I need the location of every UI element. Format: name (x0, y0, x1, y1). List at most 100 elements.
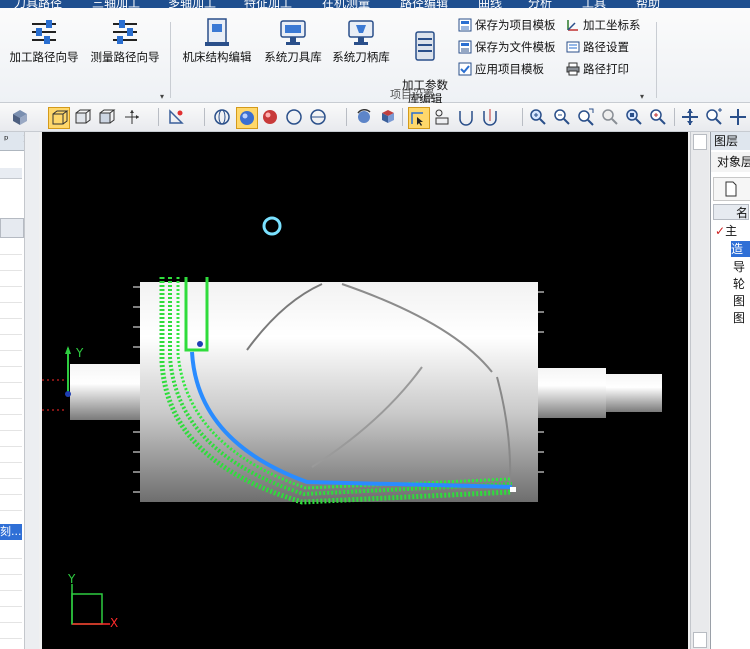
list-item[interactable] (0, 574, 22, 591)
menu-item-tools[interactable]: 工具 (582, 0, 606, 8)
path-select-icon[interactable] (408, 107, 430, 129)
scroll-up-button[interactable] (693, 134, 707, 150)
list-item[interactable] (0, 366, 22, 383)
axis-view-icon[interactable] (122, 107, 142, 127)
list-item[interactable] (0, 318, 22, 335)
zoom-previous-icon[interactable] (600, 107, 620, 127)
menu-item-3axis[interactable]: 三轴加工 (92, 0, 140, 8)
measure-path-wizard-button[interactable]: 测量路径向导 (86, 16, 164, 64)
list-item[interactable] (0, 494, 22, 511)
toolbar-separator (204, 108, 205, 126)
pick-direction-icon[interactable] (166, 107, 186, 127)
left-panel: ᵖ × 刻... (0, 131, 39, 649)
shaded-sphere-icon[interactable] (236, 107, 258, 129)
shaded-box-icon[interactable] (72, 107, 92, 127)
hidden-line-box-icon[interactable] (96, 107, 116, 127)
gizmo-x-label: X (110, 616, 119, 630)
list-item[interactable] (0, 398, 22, 415)
list-item[interactable] (0, 302, 22, 319)
layer-row[interactable]: 图 (715, 310, 750, 326)
zoom-out-icon[interactable] (552, 107, 572, 127)
cursor-ring (262, 216, 282, 236)
pin-icon[interactable]: ᵖ (4, 133, 9, 146)
selected-list-item[interactable]: 刻... (0, 524, 22, 540)
menu-item-help[interactable]: 帮助 (636, 0, 660, 8)
path-settings-button[interactable]: 路径设置 (566, 38, 629, 56)
cube-view-icon[interactable] (10, 107, 30, 127)
wireframe-box-icon[interactable] (48, 107, 70, 129)
list-item[interactable] (0, 478, 22, 495)
machine-structure-edit-button[interactable]: 机床结构编辑 (178, 16, 256, 64)
list-item[interactable] (0, 558, 22, 575)
tool-shape-icon[interactable] (456, 107, 476, 127)
zoom-dynamic-icon[interactable] (704, 107, 724, 127)
zoom-window-icon[interactable] (576, 107, 596, 127)
list-item[interactable] (0, 462, 22, 479)
list-item[interactable] (0, 622, 22, 639)
list-item[interactable] (0, 238, 22, 255)
tool-shape-2-icon[interactable] (480, 107, 500, 127)
list-item[interactable] (0, 270, 22, 287)
ribbon: 加工路径向导 测量路径向导 机床结构编辑 系统刀具库 系统刀柄库 加工参数 库编… (0, 8, 750, 106)
path-print-button[interactable]: 路径打印 (566, 60, 629, 78)
model-canvas[interactable] (42, 132, 688, 649)
list-item[interactable] (0, 254, 22, 271)
list-item[interactable] (0, 590, 22, 607)
layer-row-selected[interactable]: 造 (731, 241, 750, 257)
left-panel-subheader (0, 168, 22, 179)
layer-row[interactable]: 图 (715, 293, 750, 309)
rotate-model-icon[interactable] (354, 107, 374, 127)
model-cube-icon[interactable] (378, 107, 398, 127)
menu-item-path-edit[interactable]: 路径编辑 (400, 0, 448, 8)
measure-path-wizard-label: 测量路径向导 (90, 50, 160, 64)
menu-item-measure[interactable]: 在机测量 (322, 0, 370, 8)
menu-item-multiaxis[interactable]: 多轴加工 (168, 0, 216, 8)
viewport-scrollbar[interactable] (690, 132, 709, 649)
list-item[interactable] (0, 446, 22, 463)
save-file-template-icon (458, 40, 472, 54)
list-item[interactable] (0, 430, 22, 447)
pan-icon[interactable] (680, 107, 700, 127)
toolpath-wizard-button[interactable]: 加工路径向导 (6, 16, 82, 64)
outline-sphere-icon[interactable] (284, 107, 304, 127)
object-layer-tab[interactable]: 对象层 (711, 152, 750, 172)
list-item[interactable] (0, 286, 22, 303)
group-expand-icon[interactable]: ▾ (640, 92, 644, 101)
save-as-file-template-button[interactable]: 保存为文件模板 (458, 38, 556, 56)
list-item[interactable] (0, 606, 22, 623)
system-holder-library-button[interactable]: 系统刀柄库 (328, 16, 394, 64)
layer-row-main[interactable]: ✓主 (715, 223, 749, 239)
zoom-all-icon[interactable] (648, 107, 668, 127)
list-item[interactable] (0, 382, 22, 399)
list-item[interactable] (0, 414, 22, 431)
section-sphere-icon[interactable] (308, 107, 328, 127)
scroll-down-button[interactable] (693, 632, 707, 648)
list-item[interactable] (0, 542, 22, 559)
holder-library-icon (348, 20, 374, 45)
3d-viewport[interactable]: Y Y X (42, 132, 688, 649)
menu-item-toolpath[interactable]: 刀具路径 (14, 0, 62, 8)
zoom-in-icon[interactable] (528, 107, 548, 127)
layer-name-header[interactable]: 名 (713, 204, 749, 220)
save-as-project-template-button[interactable]: 保存为项目模板 (458, 16, 556, 34)
layer-row[interactable]: 轮 (715, 276, 750, 292)
tool-holder-icon[interactable] (432, 107, 452, 127)
left-panel-scrollbar[interactable] (24, 132, 39, 649)
list-item[interactable] (0, 334, 22, 351)
print-icon (566, 62, 580, 76)
wireframe-sphere-icon[interactable] (212, 107, 232, 127)
tool-point (197, 341, 203, 347)
menu-item-curve[interactable]: 曲线 (478, 0, 502, 8)
new-layer-icon[interactable] (724, 181, 738, 197)
machining-coordinate-button[interactable]: 加工坐标系 (566, 16, 641, 34)
layer-row[interactable]: 导 (715, 259, 750, 275)
menu-item-feature[interactable]: 特征加工 (244, 0, 292, 8)
move-view-icon[interactable] (728, 107, 748, 127)
system-tool-library-button[interactable]: 系统刀具库 (260, 16, 326, 64)
zoom-fit-icon[interactable] (624, 107, 644, 127)
list-item[interactable] (0, 350, 22, 367)
red-sphere-icon[interactable] (260, 107, 280, 127)
group-expand-icon[interactable]: ▾ (160, 92, 164, 101)
menu-item-analysis[interactable]: 分析 (528, 0, 552, 8)
apply-project-template-button[interactable]: 应用项目模板 (458, 60, 544, 78)
